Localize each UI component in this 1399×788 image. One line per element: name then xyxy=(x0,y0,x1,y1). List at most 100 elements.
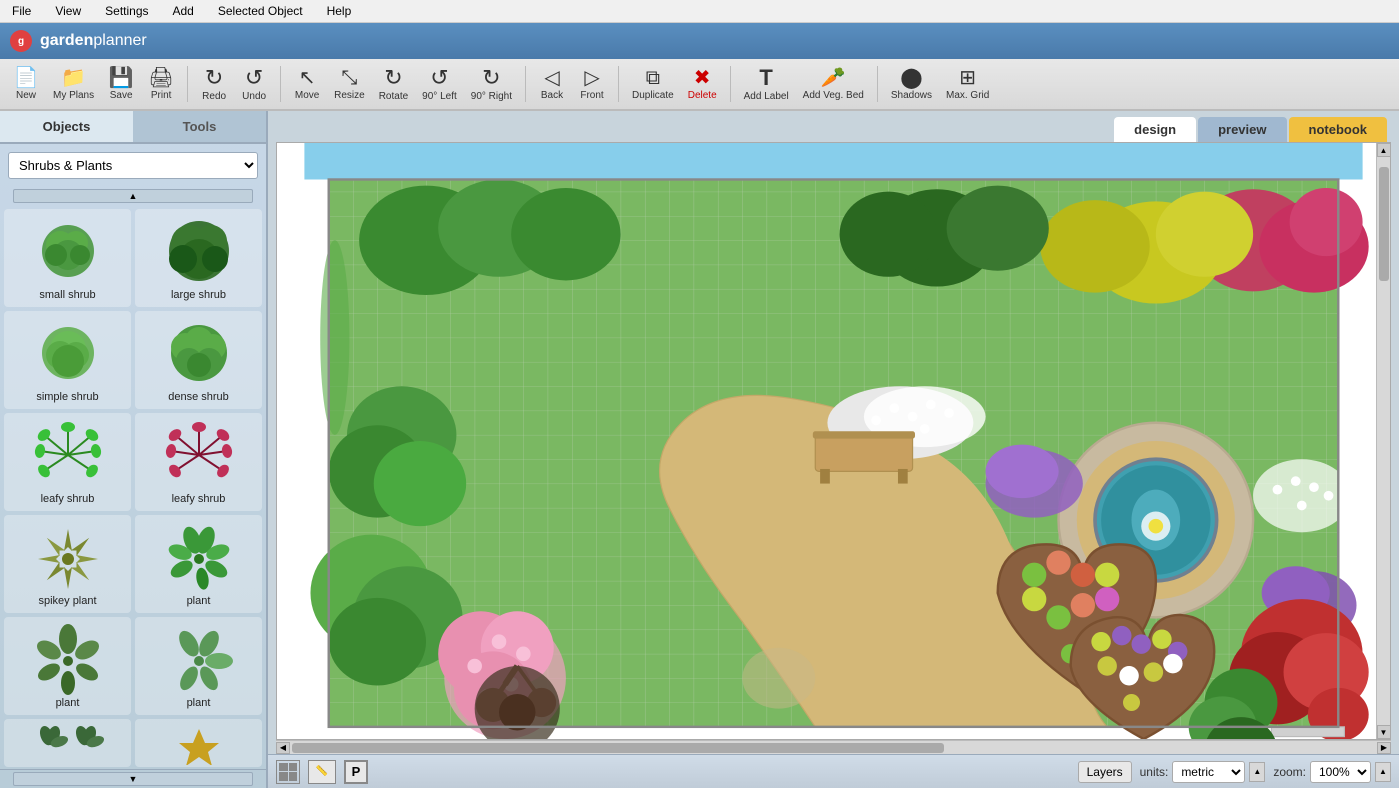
toolbar-new-button[interactable]: 📄 New xyxy=(8,65,44,104)
units-up-arrow[interactable]: ▲ xyxy=(1249,762,1265,782)
list-item[interactable]: large shrub xyxy=(135,209,262,307)
toolbar-90left-button[interactable]: ↺ 90° Left xyxy=(417,64,462,105)
spikey-plant-label: spikey plant xyxy=(38,595,96,607)
bottom1-icon xyxy=(32,725,104,765)
simple-shrub-icon xyxy=(32,317,104,389)
addvegbed-icon: 🥕 xyxy=(821,68,846,88)
status-bar: 📏 P Layers units: metric imperial ▲ zoom… xyxy=(268,754,1399,788)
leafy-shrub-red-icon xyxy=(163,419,235,491)
left-panel: Objects Tools Shrubs & Plants Trees Flow… xyxy=(0,111,268,788)
toolbar-separator-5 xyxy=(730,66,731,102)
toolbar-duplicate-button[interactable]: ⧉ Duplicate xyxy=(627,65,679,104)
list-item[interactable]: small shrub xyxy=(4,209,131,307)
toolbar-addvegbed-button[interactable]: 🥕 Add Veg. Bed xyxy=(798,65,869,104)
units-label: units: xyxy=(1140,765,1169,779)
plant3-icon xyxy=(163,623,235,695)
small-shrub-icon xyxy=(32,215,104,287)
leafy-shrub-green-label: leafy shrub xyxy=(41,493,95,505)
toolbar-separator-3 xyxy=(525,66,526,102)
toolbar-redo-button[interactable]: ↻ Redo xyxy=(196,64,232,105)
list-item[interactable]: leafy shrub xyxy=(135,413,262,511)
scroll-up-button[interactable]: ▲ xyxy=(1377,143,1391,157)
toolbar-move-button[interactable]: ↖ Move xyxy=(289,65,325,104)
toolbar-resize-button[interactable]: ⤡ Resize xyxy=(329,65,370,104)
list-item[interactable]: plant xyxy=(135,617,262,715)
list-item[interactable]: dense shrub xyxy=(135,311,262,409)
toolbar-print-button[interactable]: 🖨 Print xyxy=(143,65,179,104)
view-tabs: design preview notebook xyxy=(268,111,1399,142)
toolbar-delete-button[interactable]: ✖ Delete xyxy=(683,65,722,104)
large-shrub-icon xyxy=(163,215,235,287)
toolbar-rotate-button[interactable]: ↻ Rotate xyxy=(374,64,413,105)
toolbar-front-button[interactable]: ▷ Front xyxy=(574,65,610,104)
myplans-icon: 📁 xyxy=(61,68,86,88)
main-area: Objects Tools Shrubs & Plants Trees Flow… xyxy=(0,111,1399,788)
panel-tabs: Objects Tools xyxy=(0,111,266,144)
toolbar-separator-2 xyxy=(280,66,281,102)
move-icon: ↖ xyxy=(299,68,316,88)
zoom-up-arrow[interactable]: ▲ xyxy=(1375,762,1391,782)
list-item[interactable]: leafy shrub xyxy=(4,413,131,511)
toolbar-myplans-button[interactable]: 📁 My Plans xyxy=(48,65,99,104)
toolbar-90right-button[interactable]: ↻ 90° Right xyxy=(466,64,517,105)
addlabel-icon: T xyxy=(759,67,772,89)
menu-add[interactable]: Add xyxy=(169,2,198,20)
menu-view[interactable]: View xyxy=(51,2,85,20)
list-item[interactable]: plant xyxy=(135,515,262,613)
canvas-area[interactable]: ▲ ▼ xyxy=(276,142,1391,740)
redo-icon: ↻ xyxy=(205,67,223,89)
scroll-down-arrow[interactable]: ▼ xyxy=(13,772,253,786)
category-select-wrap: Shrubs & Plants Trees Flowers Vegetables… xyxy=(0,144,266,187)
menu-selected-object[interactable]: Selected Object xyxy=(214,2,307,20)
simple-shrub-label: simple shrub xyxy=(36,391,98,403)
tab-design[interactable]: design xyxy=(1114,117,1196,142)
scroll-up-arrow[interactable]: ▲ xyxy=(13,189,253,203)
list-item[interactable]: simple shrub xyxy=(4,311,131,409)
toolbar-maxgrid-button[interactable]: ⊞ Max. Grid xyxy=(941,65,994,104)
ruler-button[interactable]: 📏 xyxy=(308,760,336,784)
toolbar-separator-6 xyxy=(877,66,878,102)
menu-settings[interactable]: Settings xyxy=(101,2,152,20)
list-item[interactable]: spikey plant xyxy=(4,515,131,613)
toolbar-addlabel-button[interactable]: T Add Label xyxy=(739,64,794,105)
app-title: gardenplanner xyxy=(40,32,147,50)
leafy-shrub-red-label: leafy shrub xyxy=(172,493,226,505)
toolbar-separator-4 xyxy=(618,66,619,102)
p-button[interactable]: P xyxy=(344,760,368,784)
front-icon: ▷ xyxy=(584,68,599,88)
scroll-down-button[interactable]: ▼ xyxy=(1377,725,1391,739)
undo-icon: ↺ xyxy=(245,67,263,89)
toolbar-shadows-button[interactable]: ⬤ Shadows xyxy=(886,65,937,104)
right-content: design preview notebook xyxy=(268,111,1399,788)
app-logo-icon: g xyxy=(10,30,32,52)
scroll-right-button[interactable]: ▶ xyxy=(1377,742,1391,754)
scroll-thumb-vertical[interactable] xyxy=(1379,167,1389,281)
tab-preview[interactable]: preview xyxy=(1198,117,1286,142)
toolbar-save-button[interactable]: 💾 Save xyxy=(103,65,139,104)
units-select[interactable]: metric imperial xyxy=(1172,761,1245,783)
tab-notebook[interactable]: notebook xyxy=(1289,117,1388,142)
duplicate-icon: ⧉ xyxy=(646,68,660,88)
menu-help[interactable]: Help xyxy=(323,2,356,20)
list-item[interactable]: plant xyxy=(4,617,131,715)
menu-file[interactable]: File xyxy=(8,2,35,20)
vertical-scrollbar[interactable]: ▲ ▼ xyxy=(1376,143,1390,739)
objects-grid: small shrub large shrub xyxy=(0,205,266,769)
zoom-label: zoom: xyxy=(1273,765,1306,779)
plant1-label: plant xyxy=(187,595,211,607)
toolbar-undo-button[interactable]: ↺ Undo xyxy=(236,64,272,105)
scroll-left-button[interactable]: ◀ xyxy=(276,742,290,754)
tab-tools[interactable]: Tools xyxy=(133,111,266,142)
horizontal-scrollbar[interactable]: ◀ ▶ xyxy=(276,740,1391,754)
scroll-thumb-horizontal[interactable] xyxy=(292,743,944,753)
dense-shrub-icon xyxy=(163,317,235,389)
units-group: units: metric imperial ▲ xyxy=(1140,761,1266,783)
list-item[interactable] xyxy=(135,719,262,767)
layers-button[interactable]: Layers xyxy=(1078,761,1132,783)
list-item[interactable] xyxy=(4,719,131,767)
zoom-select[interactable]: 100% 75% 50% 150% 200% xyxy=(1310,761,1371,783)
toolbar-back-button[interactable]: ◁ Back xyxy=(534,65,570,104)
tab-objects[interactable]: Objects xyxy=(0,111,133,142)
grid-view-button[interactable] xyxy=(276,760,300,784)
category-dropdown[interactable]: Shrubs & Plants Trees Flowers Vegetables… xyxy=(8,152,258,179)
